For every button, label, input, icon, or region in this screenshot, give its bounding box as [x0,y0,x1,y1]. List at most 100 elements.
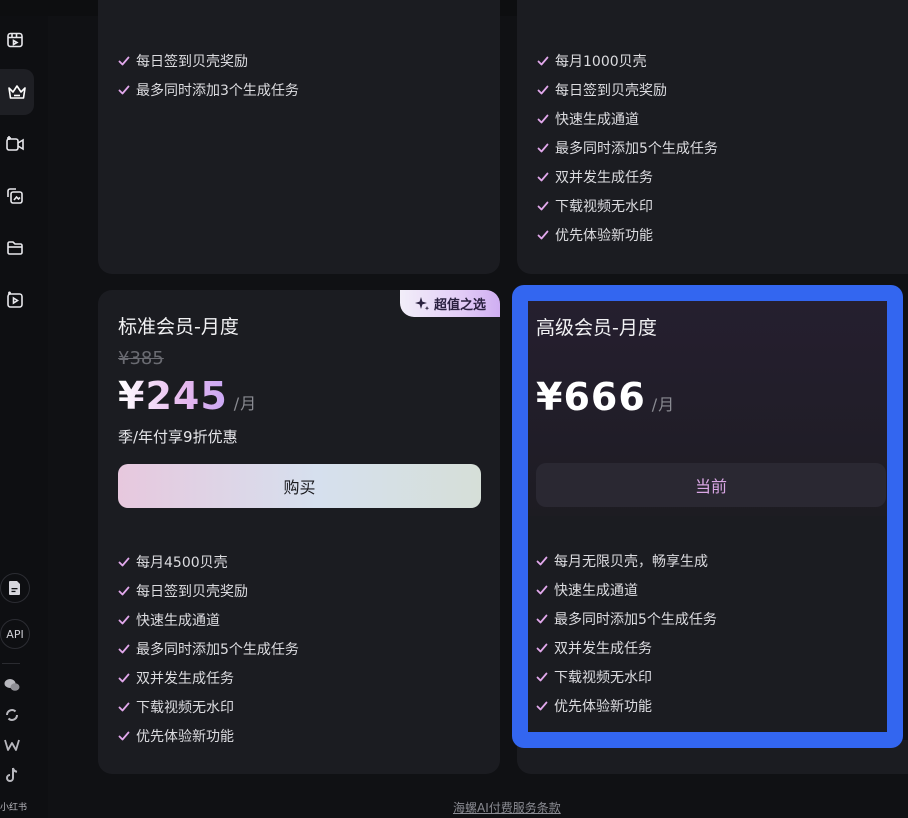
check-icon [118,557,130,566]
api-button[interactable]: API [0,619,30,649]
feature-item: 下载视频无水印 [537,191,718,220]
feature-text: 每月无限贝壳，畅享生成 [554,553,708,570]
check-icon [536,556,548,565]
feature-text: 快速生成通道 [554,582,638,599]
sidebar-item-video[interactable] [0,25,30,55]
check-icon [118,644,130,653]
plan-price: ¥245/月 [118,374,257,418]
check-icon [537,230,549,239]
check-icon [118,56,130,65]
feature-item: 每月无限贝壳，畅享生成 [536,546,717,575]
price-unit: /月 [233,394,258,413]
feature-text: 优先体验新功能 [136,728,234,745]
feature-item: 下载视频无水印 [536,662,717,691]
feature-item: 下载视频无水印 [118,692,299,721]
folder-icon [7,241,23,255]
sidebar-item-create-video[interactable] [0,129,30,159]
feature-text: 每日签到贝壳奖励 [555,82,667,99]
price-value: ¥245 [118,374,228,418]
feature-text: 最多同时添加5个生成任务 [555,140,718,157]
plan-name: 高级会员-月度 [536,317,657,339]
document-icon [9,581,20,595]
original-price: ¥385 [118,348,164,369]
badge-label: 超值之选 [433,298,486,313]
tiktok-link[interactable] [3,766,21,784]
terms-link[interactable]: 海螺AI付费服务条款 [453,799,561,816]
feature-item: 每日签到贝壳奖励 [118,576,299,605]
bilibili-link[interactable] [3,736,21,754]
check-icon [118,586,130,595]
feature-item: 每月4500贝壳 [118,547,299,576]
feature-item: 每日签到贝壳奖励 [537,75,718,104]
plan-card-top-left: 每日签到贝壳奖励最多同时添加3个生成任务 [98,0,500,274]
check-icon [118,731,130,740]
feature-item: 优先体验新功能 [537,220,718,249]
api-label: API [6,627,24,641]
feature-text: 每日签到贝壳奖励 [136,53,248,70]
feature-text: 每月4500贝壳 [136,554,228,571]
feature-item: 快速生成通道 [118,605,299,634]
check-icon [536,701,548,710]
plan-card-premium: 高级会员-月度 ¥666/月 当前 每月无限贝壳，畅享生成 快速生成通道最多同时添… [528,301,887,732]
sidebar-item-image-to-video[interactable] [0,181,30,211]
plan-name: 标准会员-月度 [118,316,239,338]
sidebar-divider [2,663,20,664]
feature-list: 每月1000贝壳每日签到贝壳奖励 快速生成通道最多同时添加5个生成任务 双并发生成任… [537,46,718,249]
check-icon [537,172,549,181]
feature-text: 双并发生成任务 [555,169,653,186]
feature-item: 快速生成通道 [537,104,718,133]
buy-button[interactable]: 购买 [118,464,481,508]
feature-list: 每月4500贝壳每日签到贝壳奖励快速生成通道最多同时添加5个生成任务双并发生成任… [118,547,299,750]
plan-card-top-right: 每月1000贝壳每日签到贝壳奖励 快速生成通道最多同时添加5个生成任务 双并发生成任… [517,0,908,274]
feature-item: 双并发生成任务 [537,162,718,191]
feature-item: 最多同时添加5个生成任务 [118,634,299,663]
feature-text: 快速生成通道 [136,612,220,629]
sidebar-item-video-edit[interactable] [0,285,30,315]
check-icon [537,143,549,152]
feature-text: 双并发生成任务 [554,640,652,657]
current-plan-highlight: 高级会员-月度 ¥666/月 当前 每月无限贝壳，畅享生成 快速生成通道最多同时添… [512,285,903,748]
feature-text: 快速生成通道 [555,111,639,128]
sidebar-item-membership[interactable] [0,69,34,115]
price-unit: /月 [651,395,676,414]
document-button[interactable] [0,573,30,603]
crown-icon [8,85,26,99]
feature-item: 双并发生成任务 [536,633,717,662]
feature-item: 优先体验新功能 [118,721,299,750]
plan-price: ¥666/月 [536,375,675,419]
check-icon [118,615,130,624]
weibo-link[interactable] [3,706,21,724]
wechat-link[interactable] [3,676,21,694]
sidebar: API 小红书 [0,16,48,818]
feature-list: 每日签到贝壳奖励最多同时添加3个生成任务 [118,46,299,104]
check-icon [536,614,548,623]
check-icon [537,201,549,210]
video-frame-icon [7,32,23,48]
check-icon [537,85,549,94]
check-icon [537,114,549,123]
wechat-icon [4,679,20,691]
feature-text: 最多同时添加5个生成任务 [136,641,299,658]
sparkle-icon [414,296,430,310]
sidebar-item-files[interactable] [0,233,30,263]
feature-text: 下载视频无水印 [554,669,652,686]
feature-text: 下载视频无水印 [555,198,653,215]
check-icon [536,672,548,681]
feature-item: 最多同时添加5个生成任务 [536,604,717,633]
plan-card-standard: 超值之选 标准会员-月度 ¥385 ¥245/月 季/年付享9折优惠 购买 每月… [98,290,500,774]
check-icon [118,85,130,94]
feature-item: 最多同时添加5个生成任务 [537,133,718,162]
check-icon [537,56,549,65]
feature-list: 每月无限贝壳，畅享生成 快速生成通道最多同时添加5个生成任务双并发生成任务 下载视频… [536,546,717,720]
feature-item: 每日签到贝壳奖励 [118,46,299,75]
best-value-badge: 超值之选 [400,290,500,317]
xiaohongshu-link[interactable]: 小红书 [0,800,27,813]
feature-text: 最多同时添加3个生成任务 [136,82,299,99]
w-logo-icon [4,739,20,751]
feature-item: 双并发生成任务 [118,663,299,692]
feature-item: 每月1000贝壳 [537,46,718,75]
feature-text: 优先体验新功能 [554,698,652,715]
feature-item: 优先体验新功能 [536,691,717,720]
check-icon [118,702,130,711]
current-plan-button[interactable]: 当前 [536,463,886,507]
